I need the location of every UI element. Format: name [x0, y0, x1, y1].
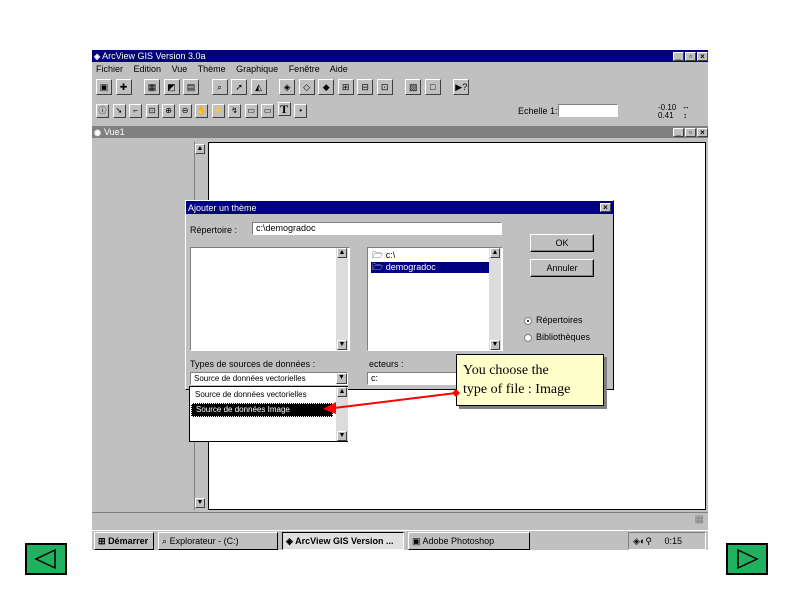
arrow-head-icon [323, 402, 336, 414]
annotation-arrow [323, 389, 460, 414]
triangle-right-icon [737, 548, 759, 570]
previous-slide-button[interactable] [25, 543, 67, 575]
arrow-line [333, 392, 457, 409]
triangle-left-icon [34, 548, 56, 570]
next-slide-button[interactable] [726, 543, 768, 575]
arrow-tail-diamond-icon [452, 389, 460, 397]
